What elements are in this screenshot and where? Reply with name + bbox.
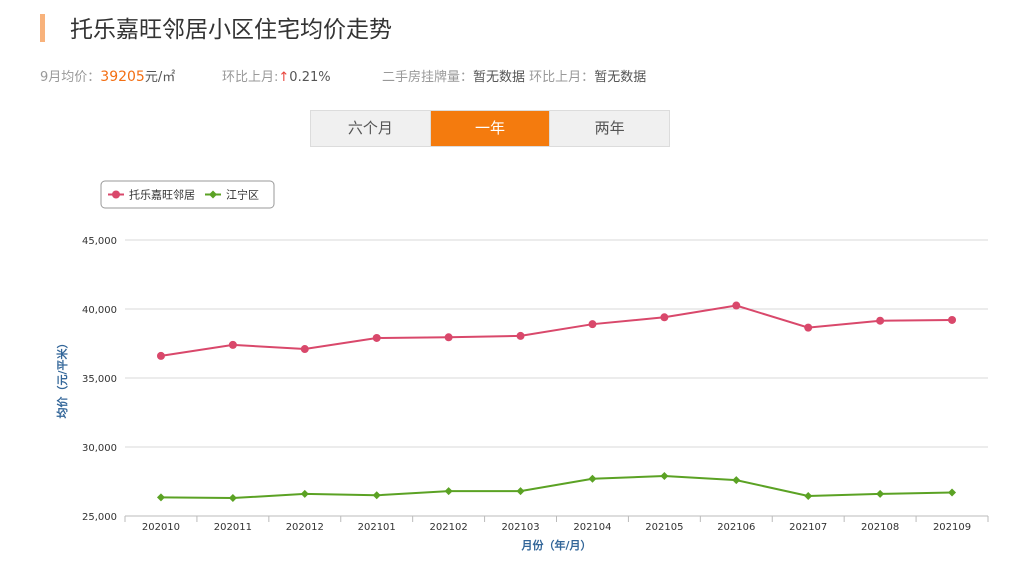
data-point-diamond <box>804 491 813 500</box>
x-axis-title: 月份（年/月） <box>520 538 591 552</box>
data-point-diamond <box>300 489 309 498</box>
x-tick-label: 202011 <box>214 522 252 533</box>
data-point-circle <box>588 320 597 329</box>
data-point-circle <box>156 351 165 360</box>
x-tick-label: 202107 <box>789 522 827 533</box>
data-point-diamond <box>372 491 381 500</box>
data-point-circle <box>660 313 669 322</box>
data-point-circle <box>300 345 309 354</box>
x-tick-label: 202105 <box>645 522 683 533</box>
series-line <box>160 474 953 500</box>
data-point-diamond <box>948 488 957 497</box>
data-point-diamond <box>876 489 885 498</box>
data-point-circle <box>732 301 741 310</box>
price-trend-chart: 25,000 30,000 35,000 40,000 45,000 202010 2020… <box>55 180 989 552</box>
y-axis-title: 均价（元/平米） <box>55 337 69 418</box>
data-point-circle <box>804 323 813 332</box>
data-point-circle <box>372 333 381 342</box>
y-tick-label: 25,000 <box>82 512 117 523</box>
y-tick-label: 30,000 <box>82 443 117 454</box>
data-point-diamond <box>228 494 237 503</box>
x-tick-label: 202103 <box>501 522 539 533</box>
x-tick-label: 202101 <box>358 522 396 533</box>
data-point-diamond <box>516 487 525 496</box>
legend-label: 江宁区 <box>226 188 259 202</box>
y-tick-label: 40,000 <box>82 305 117 316</box>
data-point-diamond <box>156 493 165 502</box>
legend-marker-circle <box>112 190 120 199</box>
data-point-diamond <box>588 474 597 483</box>
x-tick-label: 202104 <box>573 522 611 533</box>
x-tick-label: 202109 <box>933 522 971 533</box>
series-line <box>160 304 953 357</box>
x-tick-label: 202012 <box>286 522 324 533</box>
data-point-diamond <box>732 476 741 485</box>
data-point-circle <box>444 333 453 342</box>
y-tick-label: 35,000 <box>82 374 117 385</box>
y-tick-label: 45,000 <box>82 236 117 247</box>
data-point-circle <box>876 316 885 325</box>
x-tick-label: 202102 <box>430 522 468 533</box>
x-tick-label: 202106 <box>717 522 755 533</box>
data-point-circle <box>516 331 525 340</box>
data-point-diamond <box>660 471 669 480</box>
data-point-diamond <box>444 487 453 496</box>
x-tick-label: 202010 <box>142 522 180 533</box>
legend-label: 托乐嘉旺邻居 <box>129 188 195 202</box>
data-point-circle <box>228 340 237 349</box>
x-tick-label: 202108 <box>861 522 899 533</box>
data-point-circle <box>948 315 957 324</box>
